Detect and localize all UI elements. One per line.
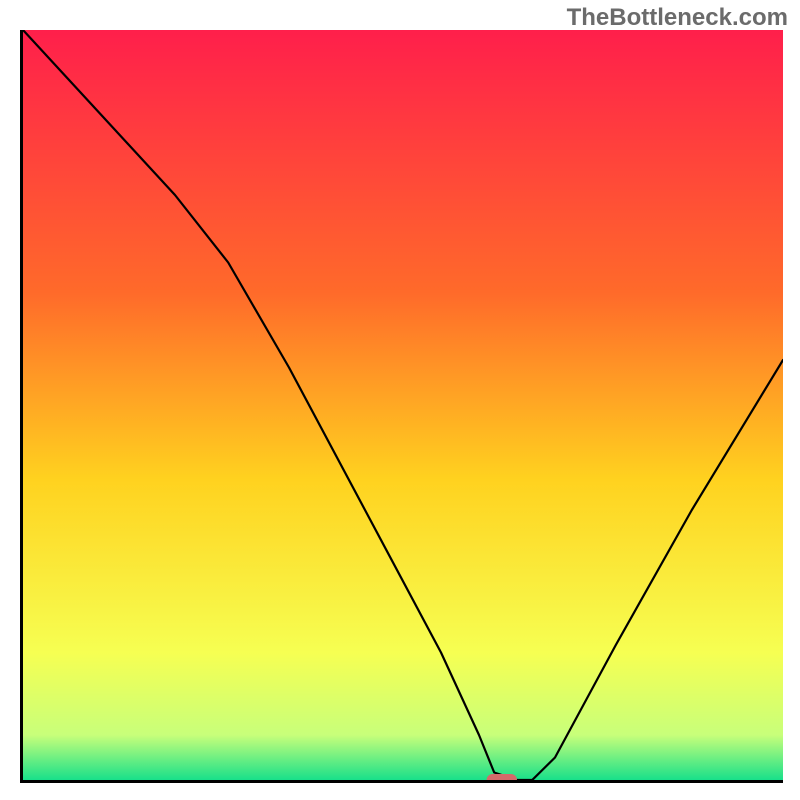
heat-gradient	[23, 30, 783, 780]
optimal-marker	[487, 774, 517, 780]
plot-area	[20, 30, 783, 783]
chart-svg	[23, 30, 783, 780]
watermark-label: TheBottleneck.com	[567, 4, 788, 32]
chart-container: TheBottleneck.com	[0, 0, 800, 800]
